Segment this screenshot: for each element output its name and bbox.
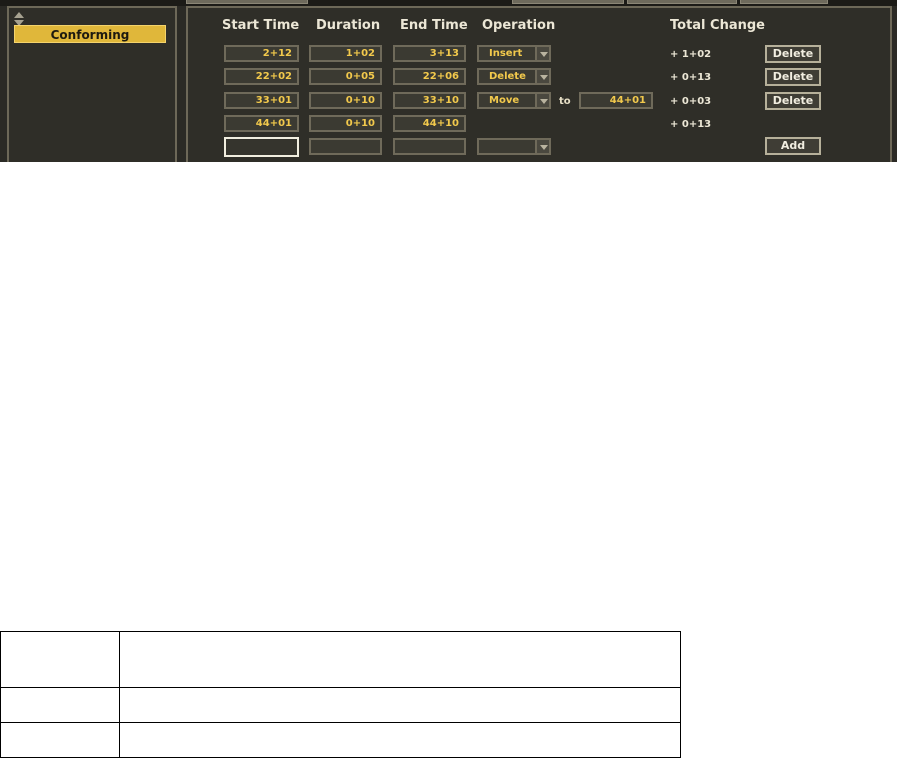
start-time-field[interactable]: 22+02 [224, 68, 299, 85]
table-cell [0, 687, 120, 723]
operation-value: Move [489, 95, 520, 106]
table-row [0, 631, 681, 688]
delete-button[interactable]: Delete [765, 92, 821, 110]
total-change-value: + 0+13 [670, 119, 712, 130]
duration-field[interactable]: 0+05 [309, 68, 382, 85]
delete-button[interactable]: Delete [765, 45, 821, 63]
header-operation: Operation [482, 18, 556, 33]
duration-field[interactable]: 0+10 [309, 92, 382, 109]
total-change-value: + 1+02 [670, 49, 712, 60]
toolbar-button[interactable] [627, 0, 737, 4]
operation-select[interactable]: Move [477, 92, 551, 109]
mode-list-panel: Conforming [7, 6, 177, 162]
end-time-field[interactable]: 33+10 [393, 92, 466, 109]
move-to-label: to [559, 96, 571, 107]
table-row [0, 687, 681, 723]
table-cell [119, 722, 681, 758]
operation-value: Delete [489, 71, 526, 82]
duration-field[interactable] [309, 138, 382, 155]
duration-field[interactable]: 0+10 [309, 115, 382, 132]
add-button[interactable]: Add [765, 137, 821, 155]
chevron-down-icon[interactable] [535, 45, 551, 62]
operation-select[interactable]: Delete [477, 68, 551, 85]
conform-editor-screenshot: Conforming Start Time Duration End Time … [0, 0, 897, 162]
caption-table [0, 631, 681, 758]
start-time-field[interactable]: 33+01 [224, 92, 299, 109]
start-time-field[interactable]: 44+01 [224, 115, 299, 132]
duration-field[interactable]: 1+02 [309, 45, 382, 62]
delete-button[interactable]: Delete [765, 68, 821, 86]
table-cell [119, 631, 681, 688]
end-time-field[interactable]: 22+06 [393, 68, 466, 85]
toolbar-button[interactable] [740, 0, 828, 4]
chevron-down-icon[interactable] [535, 68, 551, 85]
operation-select[interactable]: Insert [477, 45, 551, 62]
arrow-up-icon[interactable] [14, 12, 24, 18]
total-change-value: + 0+03 [670, 96, 712, 107]
header-start-time: Start Time [222, 18, 300, 33]
header-total-change: Total Change [670, 18, 765, 33]
toolbar-button[interactable] [512, 0, 624, 4]
table-row [0, 722, 681, 758]
end-time-field[interactable]: 3+13 [393, 45, 466, 62]
table-cell [119, 687, 681, 723]
operation-select[interactable] [477, 138, 551, 155]
total-change-value: + 0+13 [670, 72, 712, 83]
end-time-field[interactable] [393, 138, 466, 155]
chevron-down-icon[interactable] [535, 92, 551, 109]
table-cell [0, 722, 120, 758]
header-end-time: End Time [400, 18, 468, 33]
operation-value: Insert [489, 48, 523, 59]
move-to-field[interactable]: 44+01 [579, 92, 653, 109]
end-time-field[interactable]: 44+10 [393, 115, 466, 132]
start-time-field[interactable]: 2+12 [224, 45, 299, 62]
list-item-conforming[interactable]: Conforming [14, 25, 166, 43]
chevron-down-icon[interactable] [535, 138, 551, 155]
start-time-field[interactable] [224, 137, 299, 157]
header-duration: Duration [316, 18, 381, 33]
toolbar-button[interactable] [186, 0, 308, 4]
table-cell [0, 631, 120, 688]
scroll-arrows-icon[interactable] [14, 12, 24, 26]
